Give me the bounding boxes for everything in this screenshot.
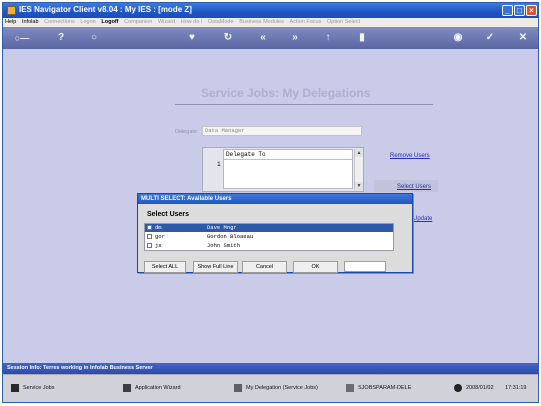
heart-icon[interactable]: ♥ <box>185 32 199 44</box>
minimize-icon[interactable]: _ <box>502 5 513 16</box>
close-icon[interactable]: × <box>526 5 537 16</box>
delegation-icon <box>234 383 242 392</box>
list-item[interactable]: js John Smith <box>145 242 393 250</box>
date-label: 2008/01/02 <box>466 385 494 391</box>
forward-icon[interactable]: » <box>288 32 302 44</box>
app-window: IES Navigator Client v8.04 : My IES : [m… <box>2 2 539 403</box>
session-status-bar: Session Info: Terres working in Infolab … <box>3 363 538 374</box>
param-icon <box>346 383 354 392</box>
page-title: Service Jobs: My Delegations <box>201 86 371 100</box>
list-item[interactable]: dm Dave Mngr <box>145 224 393 232</box>
grid-scrollbar[interactable]: ▲ ▼ <box>354 149 363 190</box>
user-code: js <box>155 242 162 249</box>
task-delegation-label: My Delegation (Service Jobs) <box>246 385 318 391</box>
user-list: dm Dave Mngr gor Gordon Bloaeau js John … <box>144 223 394 251</box>
menu-connections[interactable]: Connections <box>42 18 77 27</box>
column-header-delegate-to: Delegate To <box>226 151 266 158</box>
time-label: 17:31:19 <box>505 385 527 391</box>
menu-business-modules[interactable]: Business Modules <box>237 18 286 27</box>
toolbar: ○— ? ○ ♥ ↻ « » ↑ ▮ ◉ ✓ ✕ <box>3 27 538 49</box>
delegate-field[interactable]: Data Manager <box>202 126 362 136</box>
task-param-label: SJOBSPARAM-DELE <box>358 385 412 391</box>
menu-wizard[interactable]: Wizard <box>156 18 177 27</box>
task-my-delegation[interactable]: My Delegation (Service Jobs) <box>234 382 318 394</box>
upload-icon[interactable]: ↑ <box>321 32 335 44</box>
dialog-title: MULTI SELECT: Available Users <box>138 194 412 204</box>
window-title: IES Navigator Client v8.04 : My IES : [m… <box>19 5 192 14</box>
checkbox[interactable] <box>147 243 152 248</box>
wizard-icon <box>123 383 131 392</box>
checkbox[interactable] <box>147 234 152 239</box>
app-icon <box>7 6 16 15</box>
menu-bar: Help Infolab Connections Logon Logoff Co… <box>3 18 538 27</box>
header-divider <box>224 159 352 160</box>
menu-infolab[interactable]: Infolab <box>20 18 41 27</box>
menu-companion[interactable]: Companion <box>122 18 154 27</box>
dialog-heading: Select Users <box>147 211 190 218</box>
key-icon[interactable]: ○— <box>9 32 35 44</box>
show-full-line-button[interactable]: Show Full Line <box>193 261 238 273</box>
cancel-button[interactable]: Cancel <box>242 261 287 273</box>
clock-icon <box>454 383 462 392</box>
scroll-up-icon[interactable]: ▲ <box>355 149 363 157</box>
user-code: gor <box>155 233 165 240</box>
menu-logoff[interactable]: Logoff <box>99 18 120 27</box>
menu-help[interactable]: Help <box>3 18 18 27</box>
task-wizard-label: Application Wizard <box>135 385 181 391</box>
row-number: 1 <box>217 161 221 168</box>
menu-option-select[interactable]: Option Select <box>325 18 362 27</box>
list-item[interactable]: gor Gordon Bloaeau <box>145 233 393 241</box>
clock: 2008/01/02 17:31:19 <box>454 382 526 394</box>
maximize-icon[interactable]: □ <box>514 5 525 16</box>
refresh-icon[interactable]: ↻ <box>221 32 235 44</box>
dialog-input-box[interactable] <box>344 261 386 272</box>
user-name: Gordon Bloaeau <box>207 233 254 240</box>
menu-logon[interactable]: Logon <box>78 18 97 27</box>
search-icon[interactable]: ○ <box>87 32 101 44</box>
scroll-down-icon[interactable]: ▼ <box>355 182 363 190</box>
checkbox[interactable] <box>147 225 152 230</box>
menu-action-focus[interactable]: Action Focus <box>288 18 324 27</box>
doc-icon[interactable]: ▮ <box>355 32 369 44</box>
multi-select-dialog: MULTI SELECT: Available Users Select Use… <box>137 193 413 273</box>
select-all-button[interactable]: Select ALL <box>144 261 186 273</box>
title-divider <box>175 104 433 105</box>
task-param[interactable]: SJOBSPARAM-DELE <box>346 382 411 394</box>
grid-body[interactable]: Delegate To <box>223 149 353 189</box>
select-users-link[interactable]: Select Users <box>397 184 431 190</box>
save-icon[interactable]: ◉ <box>451 32 465 44</box>
task-bar: Service Jobs Application Wizard My Deleg… <box>3 374 538 402</box>
service-jobs-icon <box>11 383 19 392</box>
remove-users-link[interactable]: Remove Users <box>390 153 430 159</box>
user-name: John Smith <box>207 242 241 249</box>
task-application-wizard[interactable]: Application Wizard <box>123 382 181 394</box>
menu-datamode[interactable]: DataMode <box>206 18 235 27</box>
check-icon[interactable]: ✓ <box>483 32 497 44</box>
task-service-jobs-label: Service Jobs <box>23 385 55 391</box>
task-service-jobs[interactable]: Service Jobs <box>11 382 55 394</box>
delegate-grid: 1 Delegate To ▲ ▼ <box>202 147 364 192</box>
update-link[interactable]: Update <box>413 216 432 222</box>
title-bar: IES Navigator Client v8.04 : My IES : [m… <box>3 3 538 18</box>
cancel-icon[interactable]: ✕ <box>516 32 530 44</box>
help-icon[interactable]: ? <box>54 32 68 44</box>
user-code: dm <box>155 224 162 231</box>
delegate-label: Delegate <box>175 129 198 135</box>
menu-how-do-i[interactable]: How do I <box>179 18 205 27</box>
back-icon[interactable]: « <box>256 32 270 44</box>
user-name: Dave Mngr <box>207 224 237 231</box>
ok-button[interactable]: OK <box>293 261 338 273</box>
